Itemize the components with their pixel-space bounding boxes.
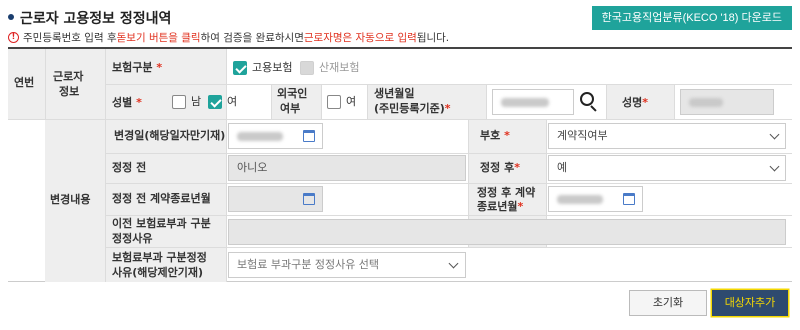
notice-text-1: 주민등록번호 입력 후 xyxy=(23,32,117,44)
after-label: 정정 후* xyxy=(480,161,520,174)
keco-download-button[interactable]: 한국고용직업분류(KECO '18) 다운로드 xyxy=(591,6,792,30)
change-date-label: 변경일(해당일자만기재) xyxy=(114,129,226,142)
before-contract-end-calendar-icon xyxy=(303,193,315,205)
employment-info-form: 연번 근로자 정보 보험구분 * 고용보험 산재보험 성별 * 남 여 외국인 … xyxy=(8,47,792,282)
after-select[interactable]: 예 xyxy=(548,155,786,181)
prev-reason-label-2: 정정사유 xyxy=(112,232,153,245)
after-contract-end-calendar-icon[interactable] xyxy=(623,193,635,205)
prev-reason-label-1: 이전 보험료부과 구분 xyxy=(112,217,211,230)
notice-text-2: 하여 검증을 완료하시면 xyxy=(200,32,304,44)
industrial-insurance-label: 산재보험 xyxy=(319,61,360,74)
reason-select[interactable]: 보험료 부과구분 정정사유 선택 xyxy=(228,252,466,278)
gender-male-label: 남 xyxy=(191,95,202,108)
employment-insurance-label: 고용보험 xyxy=(252,61,293,74)
page-title: 근로자 고용정보 정정내역 xyxy=(20,11,172,27)
birth-date-redacted xyxy=(501,97,549,107)
serial-label: 연번 xyxy=(14,76,35,89)
warning-icon: ! xyxy=(8,32,19,43)
gender-female-label: 여 xyxy=(227,95,238,108)
after-contract-end-label-1: 정정 후 계약 xyxy=(477,186,536,199)
industrial-insurance-checkbox[interactable] xyxy=(300,61,314,75)
before-value-field: 아니오 xyxy=(228,155,466,181)
reason-label-1: 보험료부과 구분정정 xyxy=(112,251,207,264)
birth-label-2: (주민등록기준)* xyxy=(374,102,451,115)
before-label: 정정 전 xyxy=(112,161,147,174)
birth-date-input[interactable] xyxy=(492,89,574,115)
change-content-label: 변경내용 xyxy=(50,193,91,206)
employment-insurance-checkbox[interactable] xyxy=(233,61,247,75)
foreigner-label-2: 여부 xyxy=(280,102,301,115)
title-row: 근로자 고용정보 정정내역 한국고용직업분류(KECO '18) 다운로드 xyxy=(8,6,792,30)
after-contract-end-redacted xyxy=(557,194,603,204)
notice-highlight-1: 돋보기 버튼을 클릭 xyxy=(116,32,201,44)
change-date-redacted xyxy=(237,131,283,141)
foreigner-option-label: 여 xyxy=(346,95,357,108)
notice-text-3: 됩니다. xyxy=(416,32,450,44)
title-bullet-icon xyxy=(8,14,14,20)
gender-label: 성별 * xyxy=(112,96,142,109)
name-input[interactable] xyxy=(680,89,774,115)
add-target-button[interactable]: 대상자추가 xyxy=(712,290,788,316)
name-label: 성명* xyxy=(622,96,649,109)
gender-female-checkbox[interactable] xyxy=(208,95,222,109)
search-button[interactable] xyxy=(576,89,602,115)
reset-button[interactable]: 초기화 xyxy=(629,290,707,316)
notice: ! 주민등록번호 입력 후 돋보기 버튼을 클릭 하여 검증을 완료하시면 근로… xyxy=(8,30,449,45)
foreigner-checkbox[interactable] xyxy=(327,95,341,109)
name-redacted xyxy=(689,97,723,107)
before-contract-end-label: 정정 전 계약종료년월 xyxy=(112,192,211,205)
notice-highlight-2: 근로자명은 자동으로 입력 xyxy=(303,32,417,44)
gender-male-checkbox[interactable] xyxy=(172,95,186,109)
reason-label-2: 사유(해당제안기재) xyxy=(112,266,204,279)
code-select[interactable]: 계약직여부 xyxy=(548,123,786,149)
worker-info-label-1: 근로자 xyxy=(53,70,84,83)
change-date-calendar-icon[interactable] xyxy=(303,130,315,142)
code-label: 부호 * xyxy=(480,129,510,142)
birth-label-1: 생년월일 xyxy=(374,87,415,100)
foreigner-label-1: 외국인 xyxy=(277,87,308,100)
insurance-type-label: 보험구분 * xyxy=(112,61,163,74)
worker-info-label-2: 정보 xyxy=(59,85,80,98)
search-icon xyxy=(580,92,594,106)
prev-reason-field xyxy=(228,219,786,245)
after-contract-end-label-2: 종료년월* xyxy=(477,200,524,213)
